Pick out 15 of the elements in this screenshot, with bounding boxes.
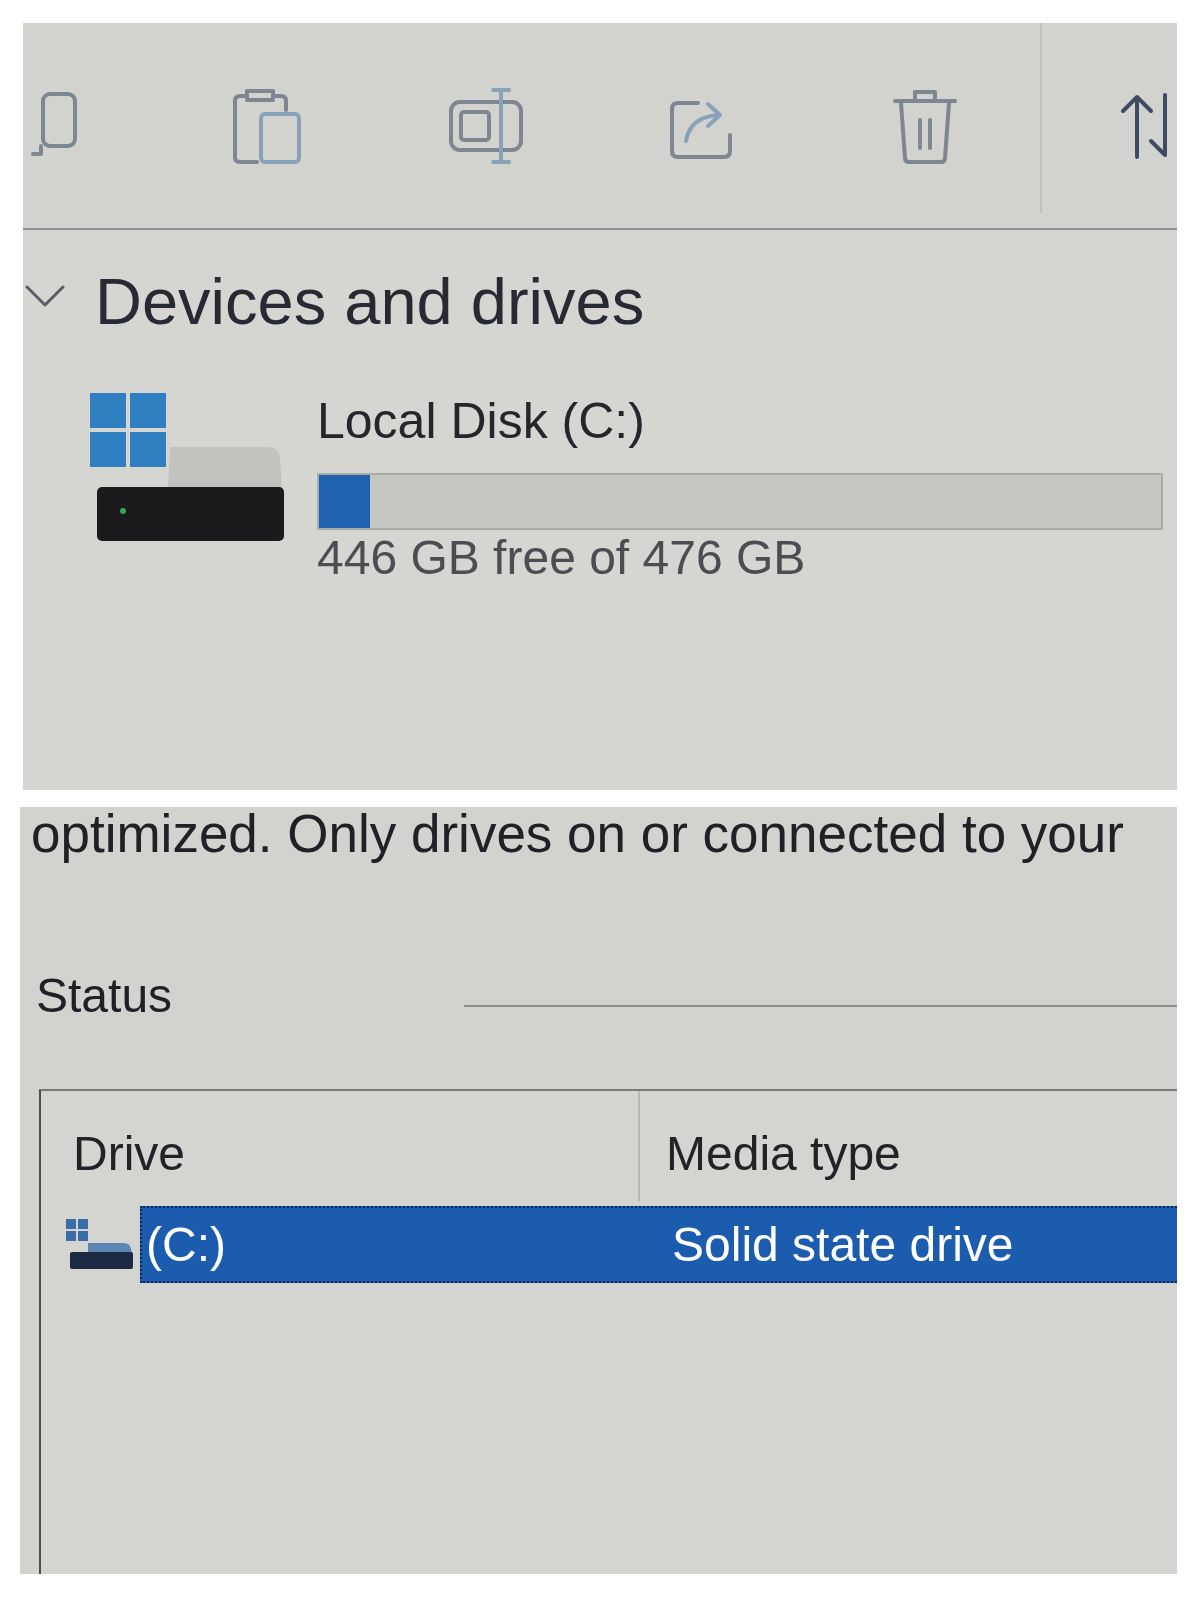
table-cell-text: Solid state drive xyxy=(671,1217,1015,1273)
column-header[interactable]: Drive xyxy=(41,1091,640,1202)
free-space-text: 446 GB free of 476 GB xyxy=(317,530,807,586)
rename-icon[interactable] xyxy=(449,85,523,166)
drive-icon xyxy=(90,392,284,541)
trash-icon[interactable] xyxy=(893,87,957,164)
drive-icon xyxy=(66,1219,133,1271)
chevron-icon[interactable] xyxy=(25,285,65,307)
table-row[interactable]: (C:) Solid state drive xyxy=(140,1206,1177,1284)
table-cell-text: (C:) xyxy=(145,1217,227,1273)
column-header[interactable]: Media type xyxy=(640,1091,1177,1202)
paste-icon[interactable] xyxy=(233,87,303,164)
section-title: Devices and drives xyxy=(95,265,645,340)
status-label: Status xyxy=(36,968,173,1024)
drive-name[interactable]: Local Disk (C:) xyxy=(317,392,1163,451)
